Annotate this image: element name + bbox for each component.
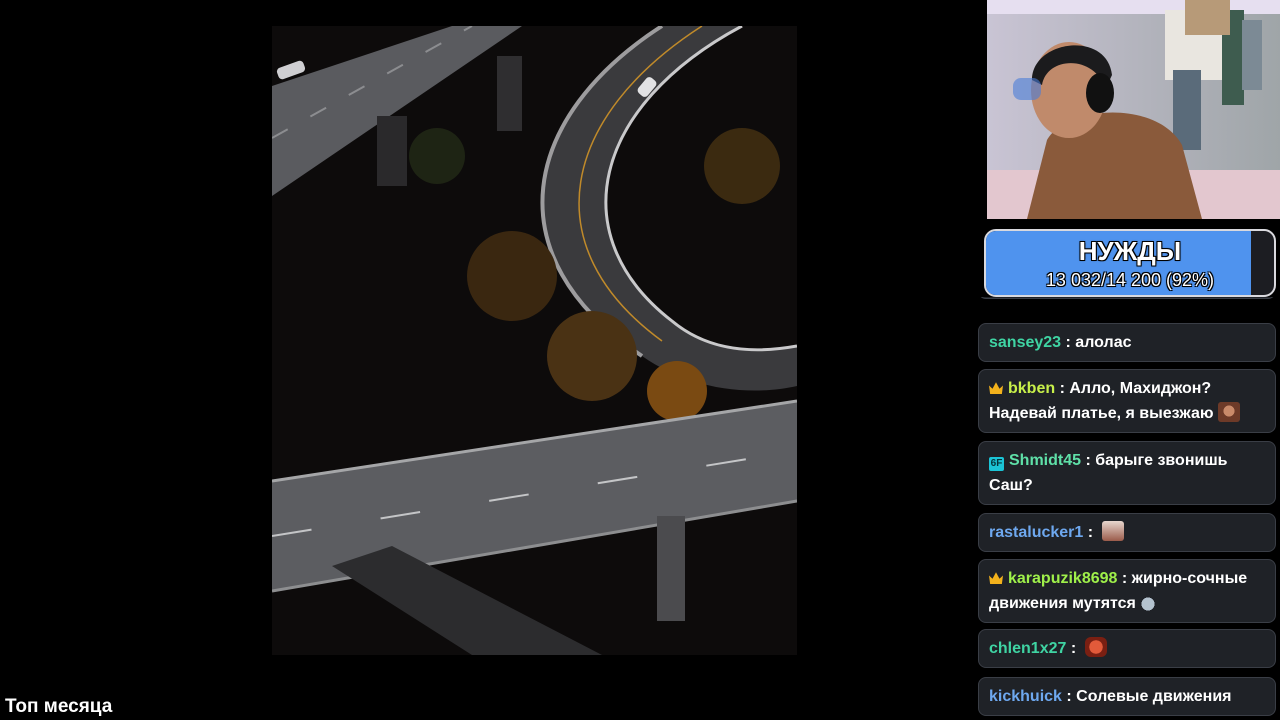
chat-username[interactable]: Shmidt45: [1009, 452, 1081, 469]
chat-username[interactable]: rastalucker1: [989, 524, 1083, 541]
crown-badge-icon: [989, 382, 1003, 394]
chat-message: kickhuick : Солевые движения: [978, 677, 1276, 716]
chat-message: bkben : Алло, Махиджон? Надевай платье, …: [978, 369, 1276, 433]
chat-message: karapuzik8698 : жирно-сочные движения му…: [978, 559, 1276, 623]
chat-panel: sansey23 : алолас bkben : Алло, Махиджон…: [978, 297, 1278, 720]
chat-message-text: Солевые движения: [1076, 688, 1232, 705]
chat-username[interactable]: bkben: [1008, 380, 1055, 397]
chat-separator: :: [1121, 570, 1132, 587]
chat-username[interactable]: kickhuick: [989, 688, 1062, 705]
chat-separator: :: [1085, 452, 1096, 469]
webcam-feed: [987, 0, 1280, 219]
rabbit-emote-icon: [1139, 592, 1156, 612]
goal-progress-text: 13 032/14 200 (92%): [1045, 270, 1215, 290]
chat-separator: :: [1065, 334, 1076, 351]
donation-goal-bar: НУЖДЫ 13 032/14 200 (92%): [984, 229, 1276, 297]
chat-separator: :: [1087, 524, 1098, 541]
chat-message-cutoff: [978, 297, 1276, 299]
chat-separator: :: [1066, 688, 1077, 705]
chat-username[interactable]: karapuzik8698: [1008, 570, 1117, 587]
chat-message: rastalucker1 :: [978, 513, 1276, 552]
subscriber-badge-icon: 6F: [989, 457, 1004, 471]
chat-message: sansey23 : алолас: [978, 323, 1276, 362]
crown-badge-icon: [989, 572, 1003, 584]
cat-emote-icon: [1101, 521, 1124, 541]
chat-message: chlen1x27 :: [978, 629, 1276, 668]
goal-title: НУЖДЫ: [1078, 236, 1182, 266]
chat-separator: :: [1059, 380, 1070, 397]
top-of-month-caption: Топ месяца: [5, 696, 113, 717]
chat-separator: :: [1070, 640, 1081, 657]
chat-message-text: алолас: [1075, 334, 1132, 351]
chat-username[interactable]: chlen1x27: [989, 640, 1066, 657]
chat-message: 6F Shmidt45 : барыге звонишь Саш?: [978, 441, 1276, 505]
stream-image-highway-interchange: [272, 26, 797, 655]
mask-emote-icon: [1084, 637, 1107, 657]
face-emote-icon: [1217, 402, 1240, 422]
chat-username[interactable]: sansey23: [989, 334, 1061, 351]
